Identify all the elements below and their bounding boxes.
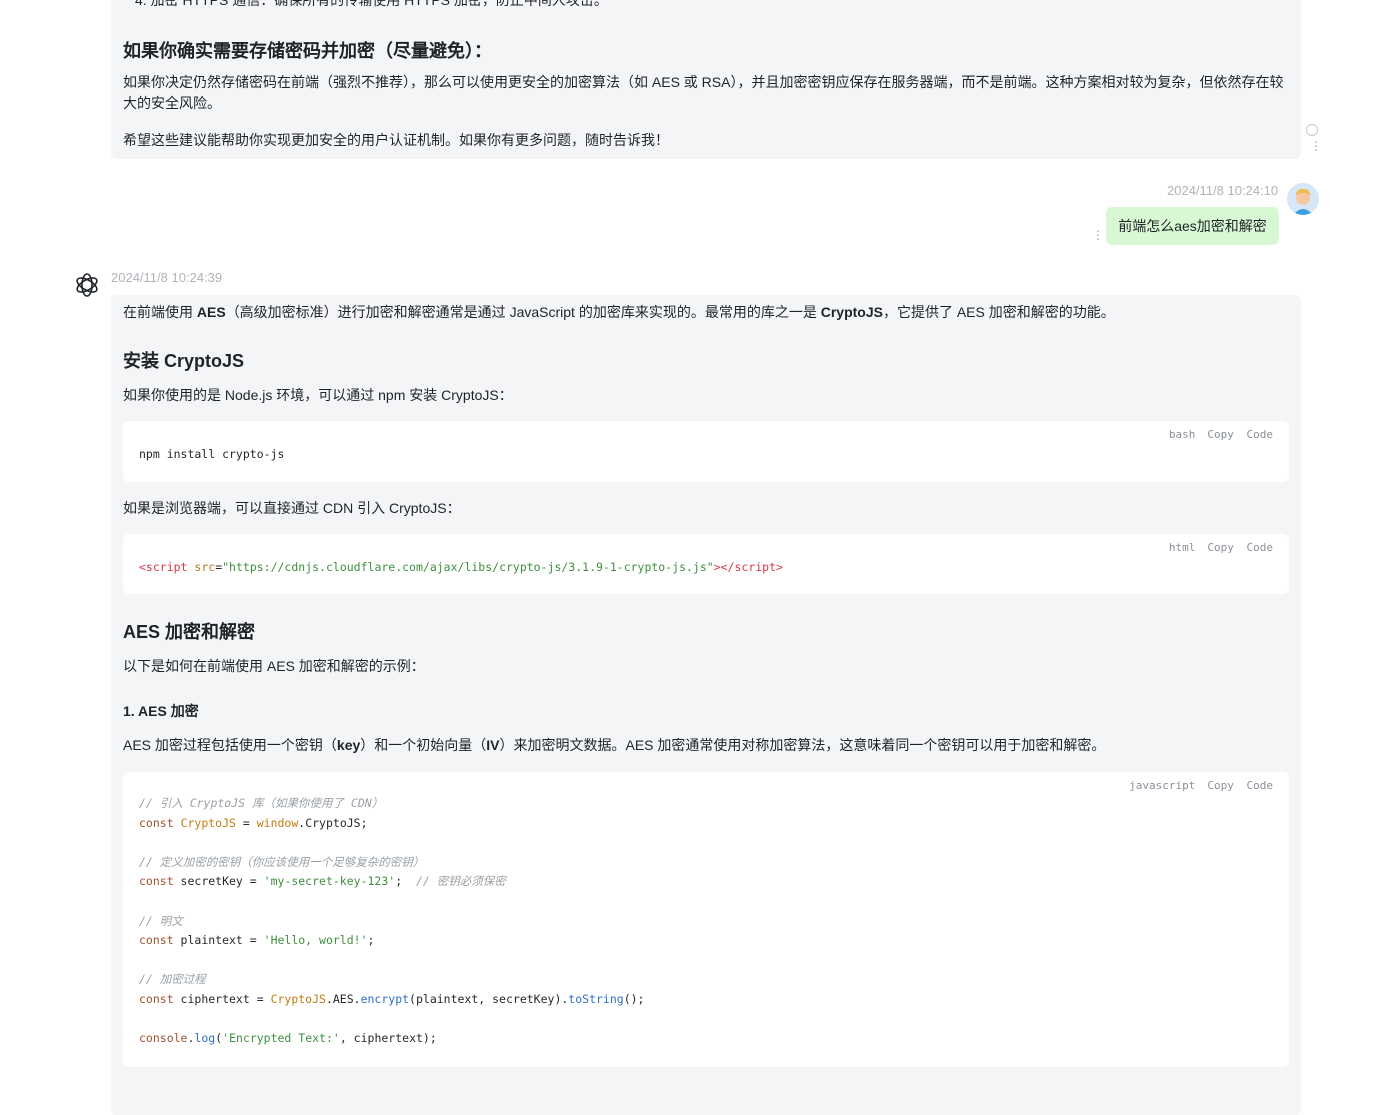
list-item: 4. 加密 HTTPS 通信：确保所有的传输使用 HTTPS 加密，防止中间人攻… — [135, 0, 608, 8]
code-content: <script src="https://cdnjs.cloudflare.co… — [139, 560, 783, 574]
bold-text: AES — [196, 304, 226, 320]
user-message-bubble: 前端怎么aes加密和解密 — [1106, 207, 1279, 245]
code-toolbar: bash Copy Code — [1163, 428, 1273, 441]
code-block: bash Copy Code npm install crypto-js — [123, 421, 1289, 482]
code-content: // 引入 CryptoJS 库（如果你使用了 CDN） const Crypt… — [139, 796, 645, 1046]
code-comment: // 加密过程 — [139, 972, 206, 987]
ai-message-previous: 4. 加密 HTTPS 通信：确保所有的传输使用 HTTPS 加密，防止中间人攻… — [111, 0, 1301, 159]
section-heading: 安装 CryptoJS — [123, 351, 245, 371]
paragraph: AES 加密过程包括使用一个密钥（key）和一个初始向量（IV）来加密明文数据。… — [123, 735, 1289, 756]
text: 在前端使用 — [123, 304, 197, 320]
copy-code-button[interactable]: Copy Code — [1201, 541, 1273, 554]
more-options-icon[interactable]: ⋮ — [1092, 229, 1104, 241]
copy-label: Copy — [1207, 428, 1234, 441]
code-string: 'my-secret-key-123' — [263, 874, 396, 889]
section-heading: AES 加密和解密 — [123, 622, 256, 642]
code-label: Code — [1246, 428, 1274, 441]
code-block: javascript Copy Code // 引入 CryptoJS 库（如果你… — [123, 772, 1289, 1067]
copy-code-button[interactable]: Copy Code — [1201, 428, 1273, 441]
subsection-heading: 1. AES 加密 — [123, 703, 199, 719]
text: ）来加密明文数据。AES 加密通常使用对称加密算法，这意味着同一个密钥可以用于加… — [499, 737, 1106, 753]
code-label: Code — [1246, 779, 1274, 792]
code-string: 'Encrypted Text:' — [222, 1031, 340, 1046]
copy-label: Copy — [1207, 541, 1234, 554]
bold-text: CryptoJS — [820, 304, 883, 320]
code-language: javascript — [1129, 779, 1196, 792]
intro-paragraph: 在前端使用 AES（高级加密标准）进行加密和解密通常是通过 JavaScript… — [123, 302, 1289, 323]
code-comment: // 密钥必须保密 — [415, 874, 506, 889]
code-content: npm install crypto-js — [139, 447, 285, 461]
code-block: html Copy Code <script src="https://cdnjs… — [123, 534, 1289, 594]
copy-code-button[interactable]: Copy Code — [1201, 779, 1273, 792]
code-label: Code — [1246, 541, 1274, 554]
paragraph: 如果你使用的是 Node.js 环境，可以通过 npm 安装 CryptoJS： — [123, 387, 513, 403]
text: ，它提供了 AES 加密和解密的功能。 — [882, 304, 1115, 320]
copy-label: Copy — [1207, 779, 1234, 792]
paragraph: 如果你决定仍然存储密码在前端（强烈不推荐），那么可以使用更安全的加密算法（如 A… — [123, 74, 1284, 111]
message-action-circle-icon[interactable] — [1306, 124, 1318, 136]
code-comment: // 明文 — [139, 913, 183, 928]
code-language: bash — [1168, 428, 1196, 441]
text: （高级加密标准）进行加密和解密通常是通过 JavaScript 的加密库来实现的… — [225, 304, 821, 320]
code-toolbar: javascript Copy Code — [1123, 779, 1273, 792]
ai-message: 在前端使用 AES（高级加密标准）进行加密和解密通常是通过 JavaScript… — [111, 295, 1301, 1115]
code-string: 'Hello, world!' — [263, 933, 368, 948]
paragraph: 希望这些建议能帮助你实现更加安全的用户认证机制。如果你有更多问题，随时告诉我！ — [123, 132, 669, 148]
paragraph: 以下是如何在前端使用 AES 加密和解密的示例： — [123, 658, 425, 674]
paragraph: 如果是浏览器端，可以直接通过 CDN 引入 CryptoJS： — [123, 500, 461, 516]
code-comment: // 引入 CryptoJS 库（如果你使用了 CDN） — [139, 796, 384, 810]
code-toolbar: html Copy Code — [1163, 541, 1273, 554]
code-string: "https://cdnjs.cloudflare.com/ajax/libs/… — [222, 560, 714, 574]
message-timestamp: 2024/11/8 10:24:10 — [1167, 183, 1279, 198]
user-avatar — [1287, 183, 1319, 215]
code-language: html — [1168, 541, 1196, 554]
bold-text: IV — [486, 737, 500, 753]
text: AES 加密过程包括使用一个密钥（ — [123, 737, 337, 753]
section-heading: 如果你确实需要存储密码并加密（尽量避免）： — [123, 41, 492, 61]
code-comment: // 定义加密的密钥（你应该使用一个足够复杂的密钥） — [139, 854, 425, 869]
message-timestamp: 2024/11/8 10:24:39 — [111, 270, 223, 285]
openai-logo-icon — [72, 270, 102, 300]
text: ）和一个初始向量（ — [360, 737, 487, 753]
bold-text: key — [336, 737, 361, 753]
more-options-icon[interactable]: ⋮ — [1310, 140, 1322, 152]
